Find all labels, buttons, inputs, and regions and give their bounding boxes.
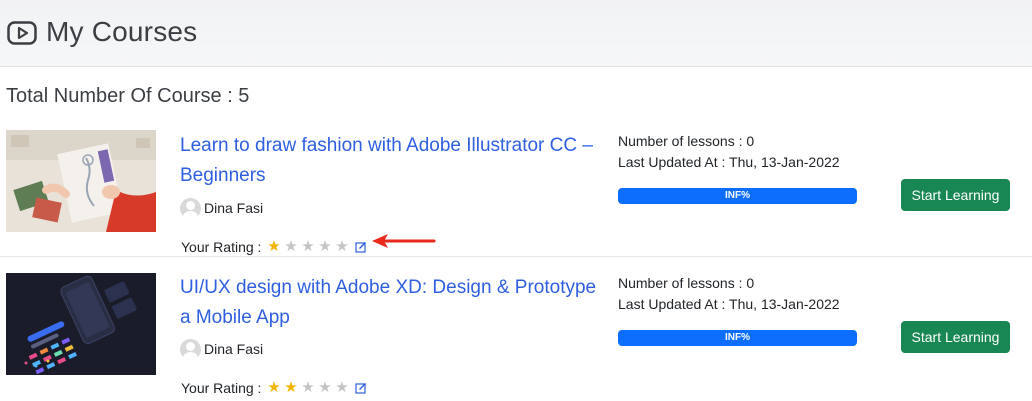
star-icon[interactable]: ★	[333, 238, 350, 256]
rating-row: Your Rating : ★ ★ ★ ★ ★	[181, 238, 367, 256]
page-header: My Courses	[0, 0, 1032, 67]
edit-icon[interactable]	[355, 382, 367, 394]
star-icon[interactable]: ★	[265, 379, 282, 397]
page-title: My Courses	[46, 16, 198, 47]
rating-row: Your Rating : ★ ★ ★ ★ ★	[181, 379, 367, 397]
course-title-link[interactable]: Learn to draw fashion with Adobe Illustr…	[180, 131, 600, 191]
last-updated: Last Updated At : Thu, 13-Jan-2022	[618, 154, 840, 170]
play-circle-icon	[7, 21, 37, 45]
author-name: Dina Fasi	[204, 341, 264, 357]
course-card: UI/UX design with Adobe XD: Design & Pro…	[0, 258, 1032, 401]
course-author: Dina Fasi	[180, 338, 263, 360]
progress-fill: INF%	[618, 188, 857, 204]
star-icon[interactable]: ★	[316, 379, 333, 397]
annotation-arrow-icon	[372, 234, 436, 248]
total-courses: Total Number Of Course : 5	[6, 85, 250, 107]
progress-bar: INF%	[618, 330, 857, 346]
star-icon[interactable]: ★	[265, 238, 282, 256]
star-icon[interactable]: ★	[299, 379, 316, 397]
star-icon[interactable]: ★	[282, 379, 299, 397]
star-icon[interactable]: ★	[282, 238, 299, 256]
lessons-count: Number of lessons : 0	[618, 275, 755, 291]
course-thumbnail[interactable]	[6, 273, 156, 375]
start-learning-button[interactable]: Start Learning	[901, 321, 1010, 353]
rating-label: Your Rating :	[181, 239, 262, 255]
progress-bar: INF%	[618, 188, 857, 204]
course-meta: Number of lessons : 0 Last Updated At : …	[618, 131, 840, 173]
course-meta: Number of lessons : 0 Last Updated At : …	[618, 273, 840, 315]
star-icon[interactable]: ★	[333, 379, 350, 397]
author-name: Dina Fasi	[204, 200, 264, 216]
start-learning-button[interactable]: Start Learning	[901, 179, 1010, 211]
lessons-count: Number of lessons : 0	[618, 133, 755, 149]
star-icon[interactable]: ★	[316, 238, 333, 256]
course-thumbnail[interactable]	[6, 130, 156, 232]
last-updated: Last Updated At : Thu, 13-Jan-2022	[618, 296, 840, 312]
rating-label: Your Rating :	[181, 380, 262, 396]
course-title-link[interactable]: UI/UX design with Adobe XD: Design & Pro…	[180, 273, 600, 333]
course-author: Dina Fasi	[180, 197, 263, 219]
star-icon[interactable]: ★	[299, 238, 316, 256]
progress-fill: INF%	[618, 330, 857, 346]
course-card: Learn to draw fashion with Adobe Illustr…	[0, 117, 1032, 257]
avatar	[180, 197, 201, 219]
avatar	[180, 338, 201, 360]
edit-icon[interactable]	[355, 241, 367, 253]
